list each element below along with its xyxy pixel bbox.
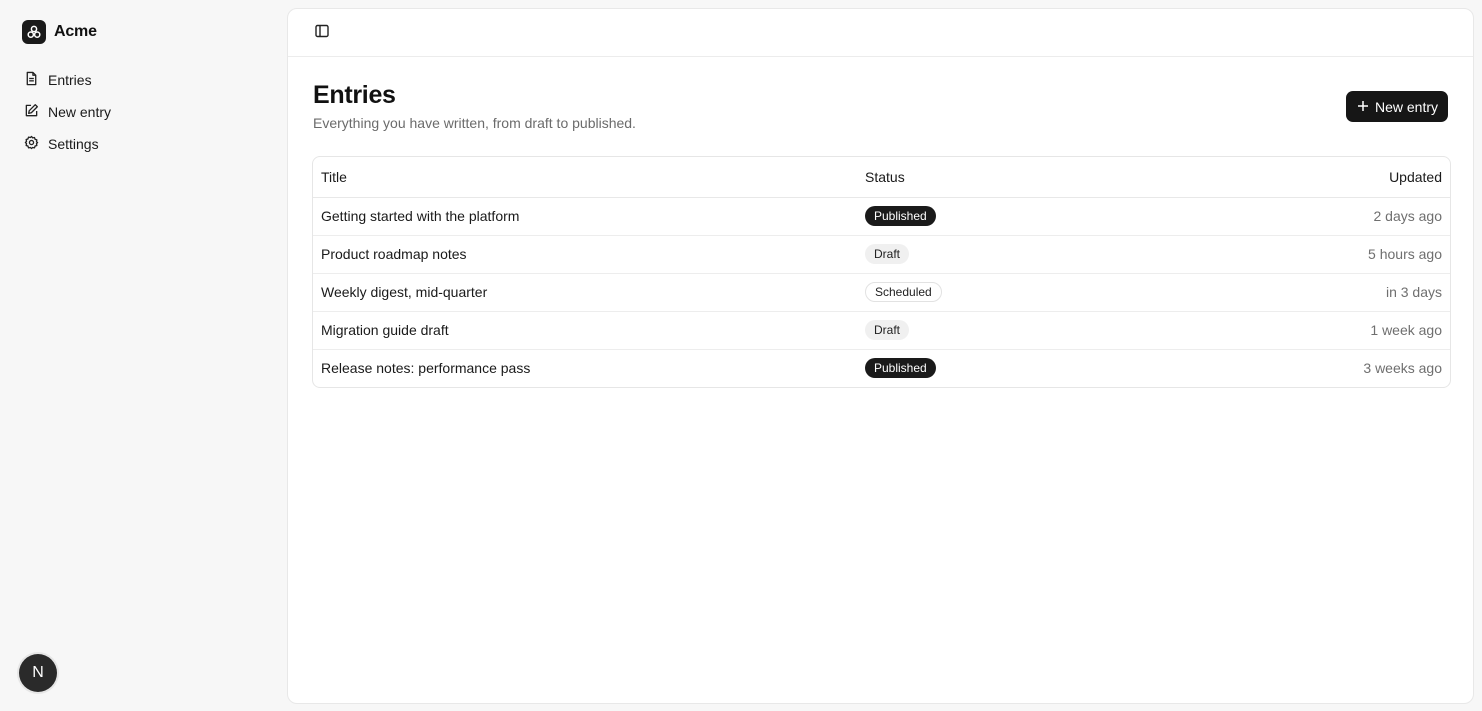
column-header-status[interactable]: Status xyxy=(857,157,1290,198)
table-row[interactable]: Getting started with the platform Publis… xyxy=(313,197,1450,236)
table-row[interactable]: Product roadmap notes Draft 5 hours ago xyxy=(313,235,1450,274)
brand[interactable]: Acme xyxy=(22,20,97,44)
entry-title[interactable]: Product roadmap notes xyxy=(313,235,857,274)
gear-icon xyxy=(24,135,39,153)
table-row[interactable]: Release notes: performance pass Publishe… xyxy=(313,349,1450,387)
column-header-updated[interactable]: Updated xyxy=(1290,157,1450,198)
avatar[interactable]: N xyxy=(19,654,57,692)
sidebar-item-label: Entries xyxy=(48,72,92,88)
sidebar: Acme Entries New entry Settings N xyxy=(0,0,287,711)
acme-logo-icon xyxy=(22,20,46,44)
column-header-title[interactable]: Title xyxy=(313,157,857,198)
entry-title[interactable]: Getting started with the platform xyxy=(313,197,857,236)
sidebar-toggle-button[interactable] xyxy=(312,23,332,43)
entry-updated: 2 days ago xyxy=(1290,197,1450,236)
main-panel: Entries Everything you have written, fro… xyxy=(287,8,1474,704)
entry-title[interactable]: Weekly digest, mid-quarter xyxy=(313,273,857,312)
new-entry-button[interactable]: New entry xyxy=(1345,91,1448,122)
sidebar-item-new-entry[interactable]: New entry xyxy=(16,96,271,128)
app-root: Acme Entries New entry Settings N Entrie… xyxy=(0,0,1482,711)
table-row[interactable]: Weekly digest, mid-quarter Scheduled in … xyxy=(313,273,1450,312)
table-header-row: Title Status Updated xyxy=(313,157,1450,198)
entry-updated: 5 hours ago xyxy=(1290,235,1450,274)
new-entry-button-label: New entry xyxy=(1374,98,1438,115)
entry-updated: 1 week ago xyxy=(1290,311,1450,350)
status-badge: Draft xyxy=(865,320,910,340)
file-text-icon xyxy=(24,71,39,89)
page-title: Entries xyxy=(313,81,396,109)
sidebar-toggle-icon xyxy=(314,23,330,44)
entry-updated: 3 weeks ago xyxy=(1363,360,1442,377)
plus-icon xyxy=(1357,99,1369,115)
entry-title[interactable]: Migration guide draft xyxy=(313,311,857,350)
edit-icon xyxy=(24,103,39,121)
brand-name: Acme xyxy=(54,23,97,40)
sidebar-item-label: Settings xyxy=(48,136,99,152)
sidebar-item-entries[interactable]: Entries xyxy=(16,64,271,96)
entry-title[interactable]: Release notes: performance pass xyxy=(313,349,857,387)
sidebar-item-label: New entry xyxy=(48,104,112,120)
table-row[interactable]: Migration guide draft Draft 1 week ago xyxy=(313,311,1450,350)
status-badge: Published xyxy=(865,358,936,379)
entry-updated: in 3 days xyxy=(1290,273,1450,312)
page-subtitle: Everything you have written, from draft … xyxy=(313,115,636,131)
sidebar-item-settings[interactable]: Settings xyxy=(16,128,271,160)
sidebar-nav: Entries New entry Settings xyxy=(16,64,271,160)
status-badge: Scheduled xyxy=(865,282,942,302)
status-badge: Published xyxy=(865,206,936,226)
status-badge: Draft xyxy=(865,244,910,264)
entries-table: Title Status Updated Getting started wit… xyxy=(312,156,1451,388)
topbar xyxy=(288,9,1473,57)
